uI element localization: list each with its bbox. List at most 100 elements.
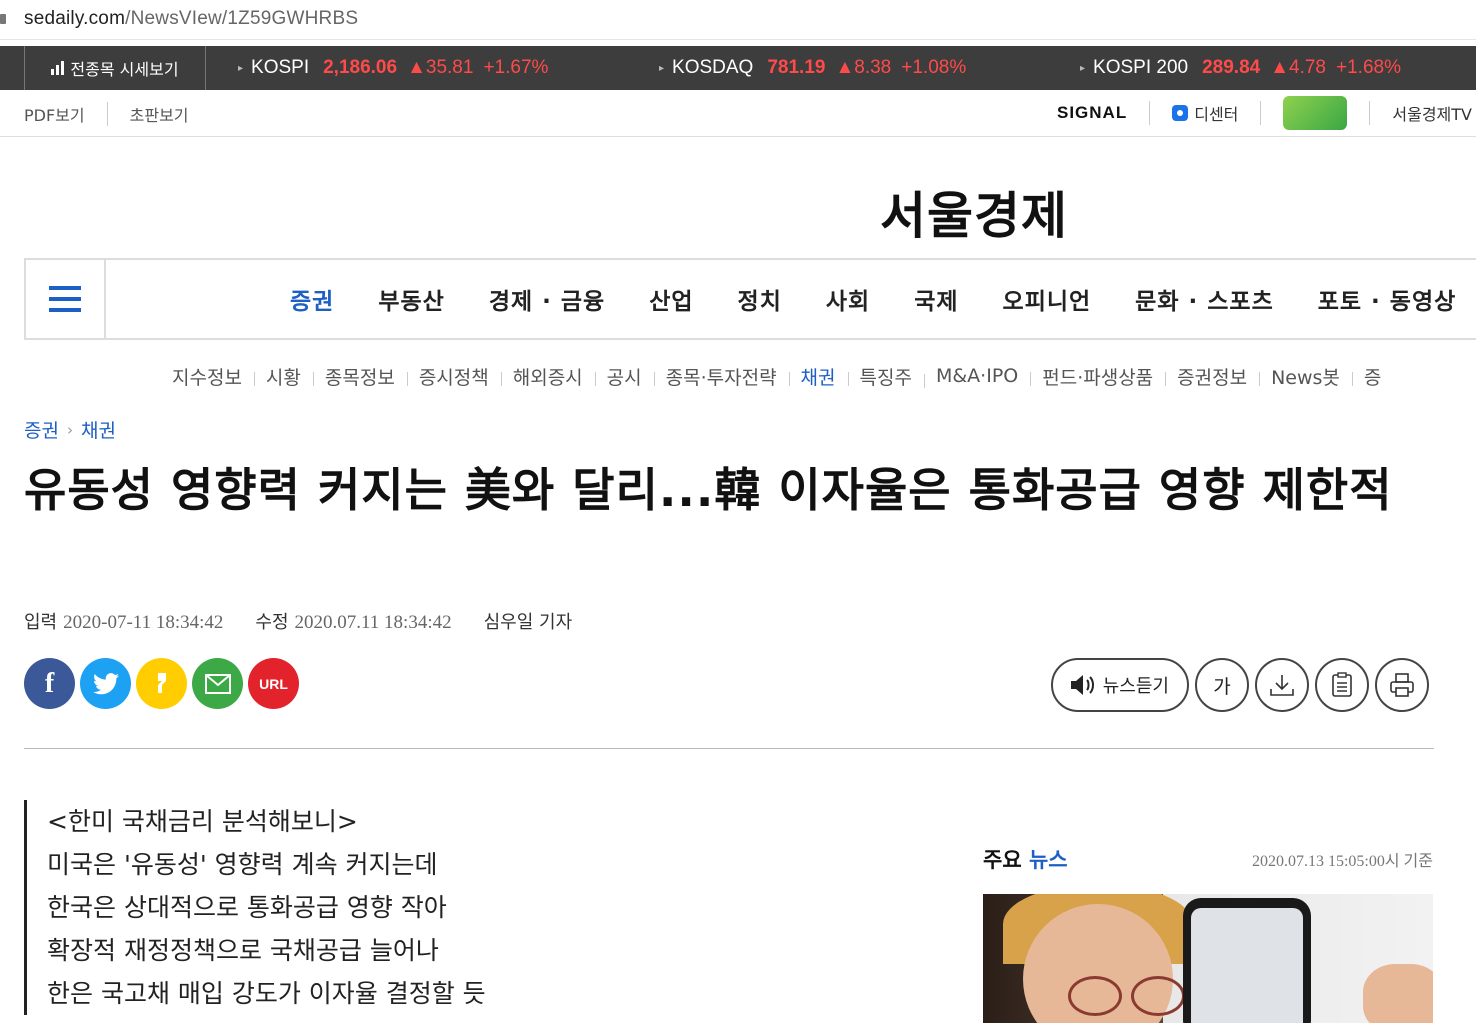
print-button[interactable] <box>1375 658 1429 712</box>
subnav-item[interactable]: 증권정보 <box>1165 363 1259 390</box>
article-meta: 입력 2020-07-11 18:34:42 수정 2020.07.11 18:34… <box>24 608 604 634</box>
ticker-name: KOSDAQ <box>672 57 754 78</box>
subnav-item-bonds[interactable]: 채권 <box>788 363 848 390</box>
promo-badge-logo[interactable] <box>1283 96 1348 130</box>
ticker-value: 781.19 <box>767 57 826 78</box>
breadcrumb-stocks[interactable]: 증권 <box>24 416 59 443</box>
subnav-item[interactable]: 증 <box>1351 363 1393 390</box>
document-icon <box>1332 672 1352 697</box>
speaker-icon <box>1070 675 1094 695</box>
kakaostory-share-button[interactable] <box>136 658 187 709</box>
printer-icon <box>1390 673 1414 697</box>
nav-item-society[interactable]: 사회 <box>826 282 870 316</box>
subnav-item[interactable]: 해외증시 <box>500 363 595 390</box>
market-ticker: 전종목 시세보기 ▸ KOSPI 2,186.06 ▲35.81 +1.67% … <box>0 46 1476 90</box>
lock-icon <box>0 14 6 24</box>
article-summary: <한미 국채금리 분석해보니> 미국은 '유동성' 영향력 계속 커지는데 한국… <box>24 800 486 1015</box>
breadcrumb-bonds[interactable]: 채권 <box>81 416 116 443</box>
input-date: 2020-07-11 18:34:42 <box>63 612 224 633</box>
share-buttons: f URL <box>24 658 299 709</box>
subnav-item[interactable]: 종목·투자전략 <box>653 363 789 390</box>
nav-item-culture-sports[interactable]: 문화 · 스포츠 <box>1135 282 1274 316</box>
ticker-item-kosdaq[interactable]: ▸ KOSDAQ 781.19 ▲8.38 +1.08% <box>659 46 966 90</box>
subnav-item[interactable]: News봇 <box>1259 363 1352 390</box>
dcenter-label: 디센터 <box>1194 105 1239 124</box>
listen-news-label: 뉴스듣기 <box>1102 676 1169 697</box>
edit-date: 2020.07.11 18:34:42 <box>294 612 452 633</box>
dcenter-icon <box>1172 105 1189 121</box>
url-text[interactable]: sedaily.com/NewsVIew/1Z59GWHRBS <box>24 8 358 30</box>
nav-item-industry[interactable]: 산업 <box>649 282 693 316</box>
ticker-item-kospi[interactable]: ▸ KOSPI 2,186.06 ▲35.81 +1.67% <box>238 46 548 90</box>
sub-nav: 지수정보 시황 종목정보 증시정책 해외증시 공시 종목·투자전략 채권 특징주… <box>172 360 1393 392</box>
nav-item-stocks[interactable]: 증권 <box>290 282 334 316</box>
all-stocks-button[interactable]: 전종목 시세보기 <box>24 46 206 90</box>
subnav-item[interactable]: 펀드·파생상품 <box>1030 363 1165 390</box>
menu-icon[interactable] <box>26 260 106 338</box>
email-share-button[interactable] <box>192 658 243 709</box>
bullet-icon: ▸ <box>238 62 244 74</box>
subnav-item[interactable]: 지수정보 <box>172 363 254 390</box>
twitter-icon <box>92 672 119 694</box>
subnav-item[interactable]: 시황 <box>253 363 313 390</box>
utility-bar: PDF보기 초판보기 SIGNAL 디센터 서울경제TV <box>0 90 1476 137</box>
first-edition-link[interactable]: 초판보기 <box>106 102 211 126</box>
top-news-image[interactable] <box>983 894 1433 1023</box>
facebook-share-button[interactable]: f <box>24 658 75 709</box>
ticker-percent: +1.68% <box>1336 57 1401 78</box>
nav-item-economy-finance[interactable]: 경제 · 금융 <box>489 282 605 316</box>
subnav-item[interactable]: 종목정보 <box>312 363 407 390</box>
nav-item-international[interactable]: 국제 <box>914 282 958 316</box>
nav-item-politics[interactable]: 정치 <box>738 282 782 316</box>
chart-icon <box>51 61 65 75</box>
listen-news-button[interactable]: 뉴스듣기 <box>1050 658 1189 712</box>
ticker-percent: +1.08% <box>901 57 967 78</box>
mail-icon <box>204 673 231 694</box>
summary-line: <한미 국채금리 분석해보니> <box>47 807 358 836</box>
sedaily-tv-link[interactable]: 서울경제TV <box>1392 101 1472 125</box>
nav-item-realestate[interactable]: 부동산 <box>378 282 444 316</box>
subnav-item[interactable]: M&A·IPO <box>923 365 1030 388</box>
input-label: 입력 <box>24 612 58 633</box>
divider <box>1149 101 1151 125</box>
breadcrumb: 증권 › 채권 <box>24 416 116 443</box>
nav-item-photo-video[interactable]: 포토 · 동영상 <box>1318 282 1457 316</box>
download-button[interactable] <box>1255 658 1309 712</box>
reporter-name[interactable]: 심우일 기자 <box>484 612 573 633</box>
top-news-title-accent: 뉴스 <box>1028 848 1068 872</box>
address-bar[interactable]: sedaily.com/NewsVIew/1Z59GWHRBS <box>0 0 1476 40</box>
ticker-name: KOSPI <box>251 57 310 78</box>
divider <box>1260 101 1262 125</box>
summary-line: 미국은 '유동성' 영향력 계속 커지는데 <box>47 850 438 879</box>
ticker-change: ▲4.78 <box>1270 57 1327 78</box>
url-copy-button[interactable]: URL <box>248 658 299 709</box>
site-logo[interactable]: 서울경제 <box>880 176 1068 248</box>
font-size-button[interactable]: 가 <box>1195 658 1249 712</box>
subnav-item[interactable]: 공시 <box>594 363 654 390</box>
ticker-item-kospi200[interactable]: ▸ KOSPI 200 289.84 ▲4.78 +1.68% <box>1080 46 1401 90</box>
ticker-change: ▲8.38 <box>835 57 892 78</box>
ticker-value: 289.84 <box>1202 57 1261 78</box>
dcenter-link[interactable]: 디센터 <box>1172 101 1238 125</box>
twitter-share-button[interactable] <box>80 658 131 709</box>
ticker-change: ▲35.81 <box>407 57 474 78</box>
ticker-percent: +1.67% <box>483 57 549 78</box>
article-tools: 뉴스듣기 가 <box>1050 658 1429 712</box>
subnav-item[interactable]: 특징주 <box>847 363 924 390</box>
top-news-title: 주요 뉴스 <box>983 844 1068 874</box>
main-nav: 증권 부동산 경제 · 금융 산업 정치 사회 국제 오피니언 문화 · 스포츠… <box>24 258 1476 340</box>
summary-line: 한은 국고채 매입 강도가 이자율 결정할 듯 <box>47 979 486 1008</box>
nav-item-opinion[interactable]: 오피니언 <box>1003 282 1092 316</box>
pdf-view-link[interactable]: PDF보기 <box>24 102 107 126</box>
summary-line: 한국은 상대적으로 통화공급 영향 작아 <box>47 893 447 922</box>
signal-logo-link[interactable]: SIGNAL <box>1057 103 1127 123</box>
ticker-value: 2,186.06 <box>323 57 398 78</box>
section-divider <box>24 748 1434 749</box>
top-news-timestamp: 2020.07.13 15:05:00시 기준 <box>1251 853 1433 870</box>
top-news-header: 주요 뉴스 2020.07.13 15:05:00시 기준 <box>983 844 1433 872</box>
top-news-title-prefix: 주요 <box>983 848 1022 872</box>
summary-line: 확장적 재정정책으로 국채공급 늘어나 <box>47 936 439 965</box>
ticker-name: KOSPI 200 <box>1093 57 1189 78</box>
scrap-button[interactable] <box>1315 658 1369 712</box>
subnav-item[interactable]: 증시정책 <box>406 363 501 390</box>
